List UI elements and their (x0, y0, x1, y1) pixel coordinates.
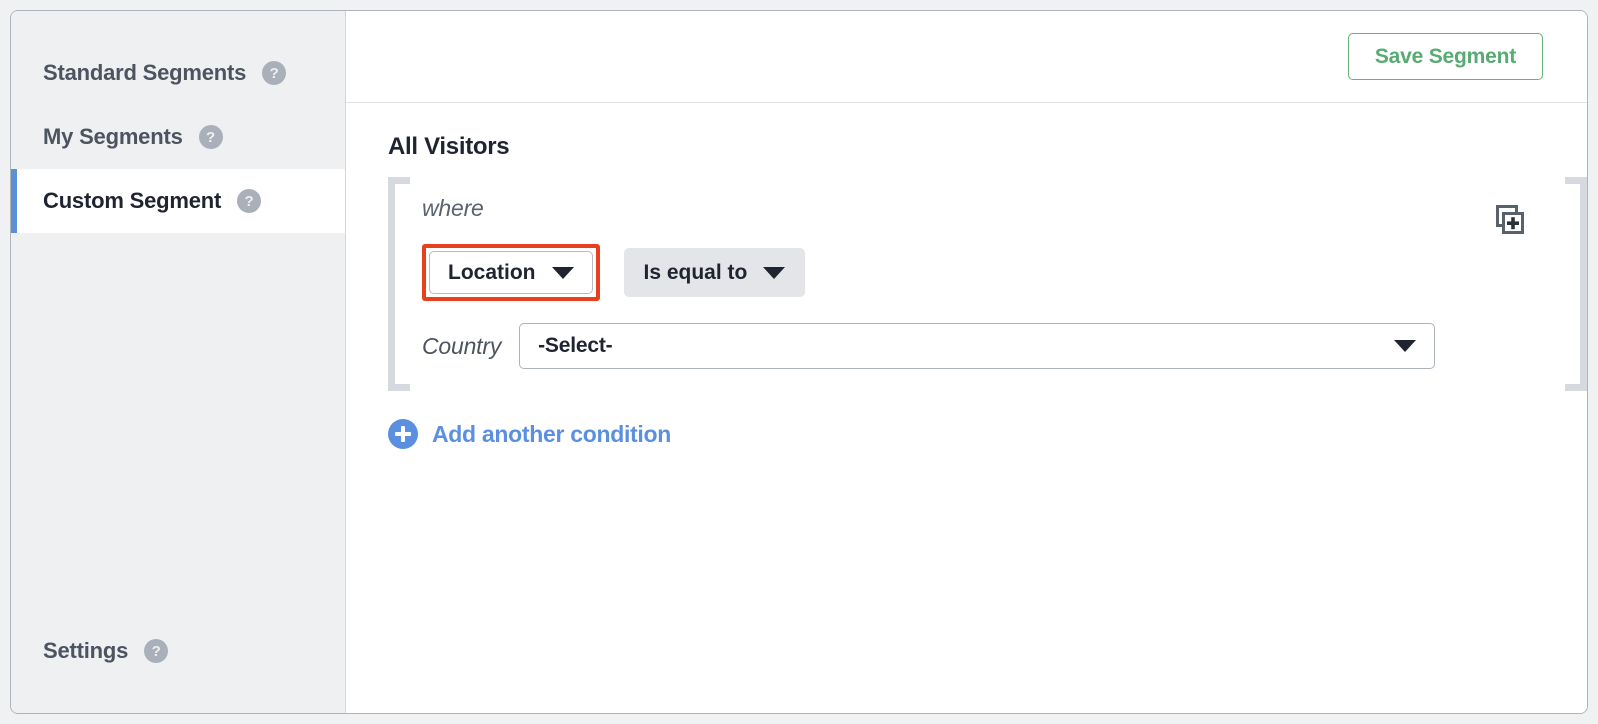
plus-circle-icon (388, 419, 418, 449)
sidebar-item-label: My Segments (43, 124, 183, 149)
operator-dropdown-label: Is equal to (643, 261, 748, 284)
sidebar-bottom: Settings ? (11, 633, 345, 713)
save-segment-button[interactable]: Save Segment (1347, 33, 1543, 80)
sidebar-item-my-segments[interactable]: My Segments ? (11, 105, 345, 169)
sidebar-nav-list: Standard Segments ? My Segments ? Custom… (11, 11, 345, 233)
chevron-down-icon (1394, 340, 1417, 352)
sidebar-item-settings[interactable]: Settings ? (11, 633, 345, 669)
content-area: Save Segment All Visitors where Location (346, 11, 1587, 713)
where-label: where (422, 195, 484, 221)
help-circle-icon[interactable]: ? (144, 639, 169, 663)
add-another-condition-label: Add another condition (432, 420, 672, 447)
group-bracket-left-icon (388, 177, 410, 391)
add-another-condition-link[interactable]: Add another condition (388, 419, 671, 449)
sidebar-item-label: Settings (43, 638, 129, 663)
operator-dropdown[interactable]: Is equal to (623, 248, 806, 297)
dimension-dropdown-label: Location (448, 261, 536, 284)
help-circle-icon[interactable]: ? (198, 125, 223, 149)
condition-group: where Location Is equal to Country -Sele… (388, 177, 1587, 391)
condition-group-inner: where Location Is equal to Country -Sele… (410, 177, 1565, 391)
sidebar-item-standard-segments[interactable]: Standard Segments ? (11, 41, 345, 105)
segment-builder-panel: Standard Segments ? My Segments ? Custom… (10, 10, 1588, 714)
value-field-label: Country (422, 332, 502, 359)
content-header: Save Segment (346, 11, 1587, 103)
sidebar-item-label: Custom Segment (43, 188, 222, 213)
dimension-highlight-box: Location (422, 244, 600, 301)
group-bracket-right-icon (1565, 177, 1587, 391)
content-body: All Visitors where Location Is equal to … (346, 103, 1587, 713)
help-circle-icon[interactable]: ? (237, 189, 262, 213)
active-indicator-bar (11, 169, 17, 233)
help-circle-icon[interactable]: ? (262, 61, 287, 85)
condition-value-row: Country -Select- (422, 323, 1565, 369)
sidebar-item-custom-segment[interactable]: Custom Segment ? (11, 169, 345, 233)
app-screen: Standard Segments ? My Segments ? Custom… (0, 0, 1598, 724)
chevron-down-icon (551, 266, 574, 279)
dimension-dropdown[interactable]: Location (429, 251, 593, 294)
sidebar: Standard Segments ? My Segments ? Custom… (11, 11, 346, 713)
condition-selector-row: Location Is equal to (422, 244, 1565, 301)
country-select[interactable]: -Select- (519, 323, 1436, 369)
page-title: All Visitors (388, 133, 510, 160)
duplicate-group-icon[interactable] (1493, 203, 1527, 237)
country-select-value: -Select- (538, 334, 613, 357)
chevron-down-icon (763, 266, 786, 279)
sidebar-item-label: Standard Segments (43, 60, 247, 85)
